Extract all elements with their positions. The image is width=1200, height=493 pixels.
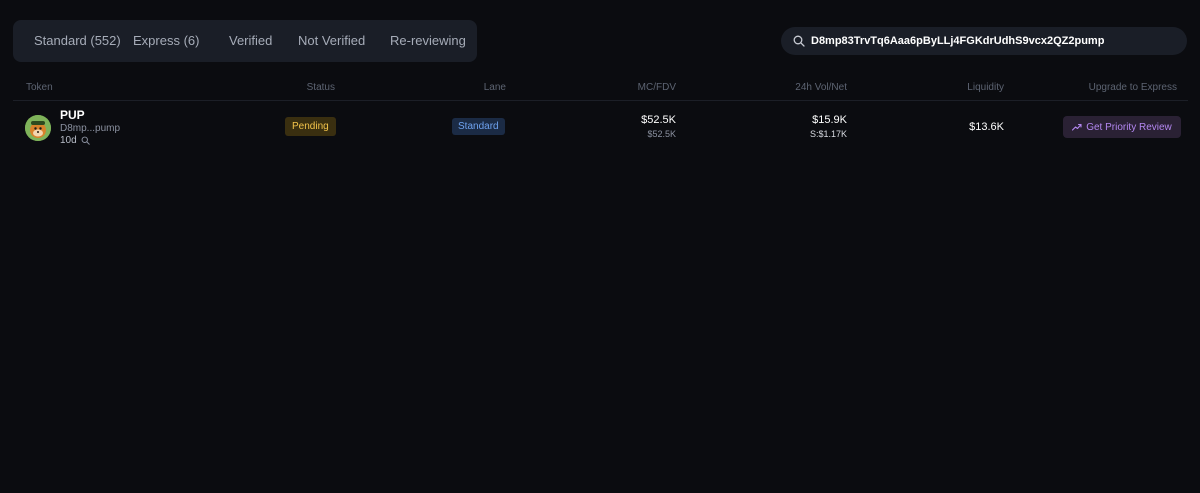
tab-express[interactable]: Express (6) — [133, 33, 199, 48]
column-header-status: Status — [306, 82, 335, 93]
status-badge: Pending — [285, 117, 336, 136]
search-input[interactable] — [811, 35, 1171, 47]
get-priority-review-label: Get Priority Review — [1086, 121, 1172, 133]
column-header-lane: Lane — [483, 82, 506, 93]
filter-tabs: Standard (552) Express (6) Verified Not … — [13, 20, 477, 62]
column-header-liquidity: Liquidity — [967, 82, 1004, 93]
column-header-mc-fdv: MC/FDV — [637, 82, 676, 93]
column-header-vol-net: 24h Vol/Net — [795, 82, 847, 93]
volume-value: $15.9K — [812, 114, 847, 126]
table-row[interactable]: PUP D8mp...pump 10d Pending Standard $52… — [13, 101, 1188, 153]
token-name: PUP — [60, 108, 85, 122]
search-icon — [793, 35, 805, 47]
market-cap-value: $52.5K — [641, 114, 676, 126]
get-priority-review-button[interactable]: Get Priority Review — [1063, 116, 1181, 138]
token-avatar — [25, 115, 51, 141]
search-icon[interactable] — [81, 136, 90, 145]
page: Standard (552) Express (6) Verified Not … — [0, 0, 1200, 493]
fdv-value: $52.5K — [647, 129, 676, 139]
column-header-token: Token — [26, 82, 53, 93]
token-address: D8mp...pump — [60, 123, 121, 134]
column-header-upgrade: Upgrade to Express — [1088, 82, 1177, 93]
liquidity-value: $13.6K — [969, 121, 1004, 133]
search-box[interactable] — [781, 27, 1187, 55]
tab-verified[interactable]: Verified — [229, 33, 272, 48]
tab-re-reviewing[interactable]: Re-reviewing — [390, 33, 466, 48]
token-age: 10d — [60, 135, 90, 146]
trending-up-icon — [1072, 123, 1082, 131]
tab-standard[interactable]: Standard (552) — [34, 33, 121, 48]
lane-badge: Standard — [452, 118, 505, 135]
net-value: S:$1.17K — [809, 129, 847, 139]
table-header: Token Status Lane MC/FDV 24h Vol/Net Liq… — [13, 79, 1188, 101]
tab-not-verified[interactable]: Not Verified — [298, 33, 365, 48]
token-age-value: 10d — [60, 135, 77, 146]
